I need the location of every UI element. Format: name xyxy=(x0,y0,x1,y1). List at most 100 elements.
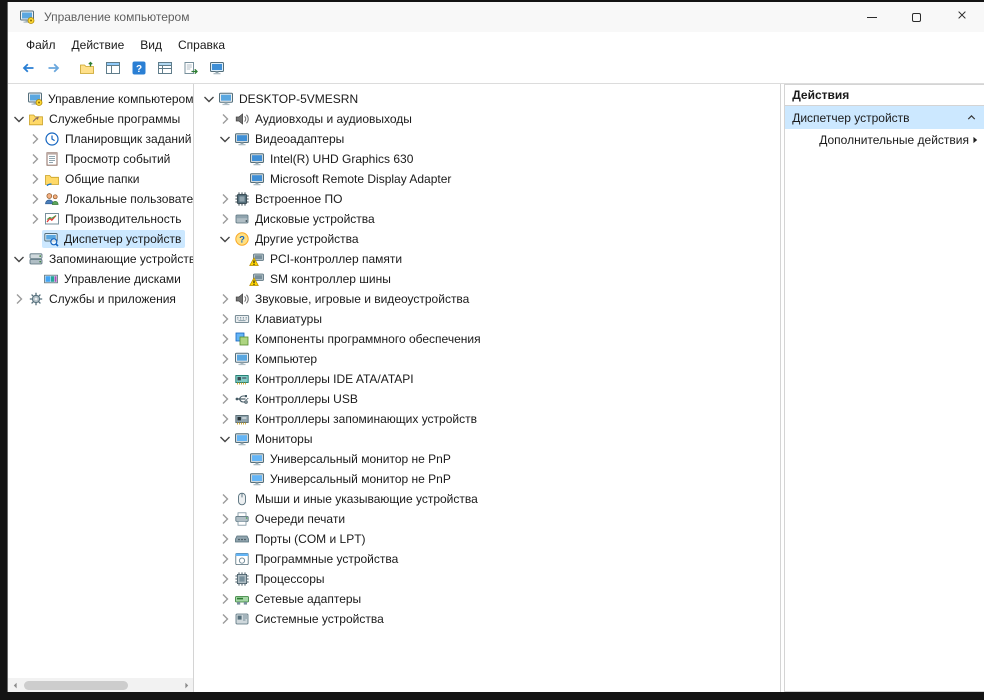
device-tree-item[interactable]: Очереди печати xyxy=(198,509,780,529)
device-tree-item[interactable]: Intel(R) UHD Graphics 630 xyxy=(198,149,780,169)
action-item[interactable]: Дополнительные действия xyxy=(785,129,984,151)
horizontal-scrollbar[interactable] xyxy=(8,678,193,692)
device-tree-item[interactable]: ? Другие устройства xyxy=(198,229,780,249)
device-tree-item[interactable]: Компьютер xyxy=(198,349,780,369)
chevron-right-icon[interactable] xyxy=(11,292,27,307)
device-tree-item[interactable]: DESKTOP-5VMESRN xyxy=(198,89,780,109)
console-tree-item[interactable]: Производительность xyxy=(8,209,193,229)
scroll-right-icon[interactable] xyxy=(179,678,193,692)
tree-row-body: Локальные пользователи и группы xyxy=(43,190,193,208)
device-tree-item[interactable]: SM контроллер шины xyxy=(198,269,780,289)
device-tree-item[interactable]: Компоненты программного обеспечения xyxy=(198,329,780,349)
device-tree-item[interactable]: Дисковые устройства xyxy=(198,209,780,229)
console-tree-item[interactable]: Локальные пользователи и группы xyxy=(8,189,193,209)
chevron-down-icon[interactable] xyxy=(217,132,233,147)
menu-item-view[interactable]: Вид xyxy=(132,35,170,55)
chevron-right-icon[interactable] xyxy=(217,392,233,407)
action-pane-button[interactable] xyxy=(179,59,202,82)
console-tree-item[interactable]: Управление дисками xyxy=(8,269,193,289)
actions-section-header[interactable]: Диспетчер устройств xyxy=(785,106,984,129)
chevron-right-icon[interactable] xyxy=(217,412,233,427)
chevron-right-icon[interactable] xyxy=(217,192,233,207)
console-tree-item[interactable]: Диспетчер устройств xyxy=(8,229,193,249)
chevron-down-icon[interactable] xyxy=(217,432,233,447)
device-tree-item[interactable]: Клавиатуры xyxy=(198,309,780,329)
chevron-right-icon[interactable] xyxy=(217,592,233,607)
menu-item-file[interactable]: Файл xyxy=(18,35,64,55)
minimize-button[interactable] xyxy=(849,2,894,32)
console-tree-item[interactable]: Службы и приложения xyxy=(8,289,193,309)
chevron-right-icon[interactable] xyxy=(217,292,233,307)
export-list-button[interactable] xyxy=(153,59,176,82)
tree-row-body: Планировщик заданий xyxy=(43,130,193,148)
show-console-tree-button[interactable] xyxy=(75,59,98,82)
maximize-button[interactable] xyxy=(894,2,939,32)
chevron-right-icon[interactable] xyxy=(217,332,233,347)
chevron-down-icon[interactable] xyxy=(11,112,27,127)
console-tree-item[interactable]: Запоминающие устройства xyxy=(8,249,193,269)
device-tree-item[interactable]: Мыши и иные указывающие устройства xyxy=(198,489,780,509)
device-tree-item[interactable]: Контроллеры запоминающих устройств xyxy=(198,409,780,429)
device-tree-item[interactable]: Мониторы xyxy=(198,429,780,449)
device-tree-item[interactable]: Видеоадаптеры xyxy=(198,129,780,149)
tree-row-body: Программные устройства xyxy=(233,550,402,568)
chevron-right-icon[interactable] xyxy=(217,312,233,327)
chevron-right-icon[interactable] xyxy=(217,372,233,387)
device-tree-item[interactable]: Процессоры xyxy=(198,569,780,589)
chevron-right-icon[interactable] xyxy=(217,512,233,527)
chevron-right-icon[interactable] xyxy=(217,552,233,567)
list-table-icon xyxy=(157,60,173,81)
device-tree-item[interactable]: Аудиовходы и аудиовыходы xyxy=(198,109,780,129)
back-button[interactable] xyxy=(16,59,39,82)
console-tree-item[interactable]: Общие папки xyxy=(8,169,193,189)
chevron-right-icon[interactable] xyxy=(27,192,43,207)
chevron-right-icon[interactable] xyxy=(217,212,233,227)
collapse-chevron-icon[interactable] xyxy=(964,111,978,125)
tree-item-label: Управление дисками xyxy=(64,272,181,286)
chevron-right-icon[interactable] xyxy=(217,492,233,507)
device-tree-item[interactable]: PCI-контроллер памяти xyxy=(198,249,780,269)
chevron-right-icon[interactable] xyxy=(217,112,233,127)
device-tree-item[interactable]: Сетевые адаптеры xyxy=(198,589,780,609)
close-button[interactable] xyxy=(939,2,984,32)
chevron-down-icon[interactable] xyxy=(201,92,217,107)
menu-item-help[interactable]: Справка xyxy=(170,35,233,55)
chevron-right-icon[interactable] xyxy=(27,172,43,187)
help-button[interactable]: ? xyxy=(127,59,150,82)
properties-button[interactable] xyxy=(101,59,124,82)
device-tree-item[interactable]: Универсальный монитор не PnP xyxy=(198,449,780,469)
scroll-left-icon[interactable] xyxy=(8,678,22,692)
tree-item-label: Просмотр событий xyxy=(65,152,171,166)
device-tree-item[interactable]: Программные устройства xyxy=(198,549,780,569)
scroll-thumb[interactable] xyxy=(24,680,128,690)
actions-item-list: Дополнительные действия xyxy=(785,129,984,151)
tree-row-body: Общие папки xyxy=(43,170,143,188)
flyout-right-icon xyxy=(969,134,981,146)
device-tree-item[interactable]: Microsoft Remote Display Adapter xyxy=(198,169,780,189)
device-tree-item[interactable]: Контроллеры IDE ATA/ATAPI xyxy=(198,369,780,389)
device-tree-item[interactable]: Системные устройства xyxy=(198,609,780,629)
forward-button[interactable] xyxy=(42,59,65,82)
remote-screen-button[interactable] xyxy=(205,59,228,82)
chevron-right-icon[interactable] xyxy=(217,532,233,547)
device-tree-item[interactable]: Универсальный монитор не PnP xyxy=(198,469,780,489)
device-tree-item[interactable]: Звуковые, игровые и видеоустройства xyxy=(198,289,780,309)
chevron-right-icon[interactable] xyxy=(217,572,233,587)
device-tree-item[interactable]: Встроенное ПО xyxy=(198,189,780,209)
chevron-right-icon[interactable] xyxy=(27,152,43,167)
chevron-down-icon[interactable] xyxy=(11,252,27,267)
device-tree-item[interactable]: Контроллеры USB xyxy=(198,389,780,409)
console-tree-item[interactable]: Служебные программы xyxy=(8,109,193,129)
console-tree-item[interactable]: Просмотр событий xyxy=(8,149,193,169)
chevron-down-icon[interactable] xyxy=(217,232,233,247)
console-tree-item[interactable]: Планировщик заданий xyxy=(8,129,193,149)
chevron-right-icon[interactable] xyxy=(27,212,43,227)
chevron-right-icon[interactable] xyxy=(27,132,43,147)
console-tree-item[interactable]: Управление компьютером xyxy=(8,89,193,109)
titlebar[interactable]: Управление компьютером xyxy=(8,2,984,32)
device-tree-item[interactable]: Порты (COM и LPT) xyxy=(198,529,780,549)
chevron-right-icon[interactable] xyxy=(217,612,233,627)
menu-item-action[interactable]: Действие xyxy=(64,35,133,55)
chevron-right-icon[interactable] xyxy=(217,352,233,367)
